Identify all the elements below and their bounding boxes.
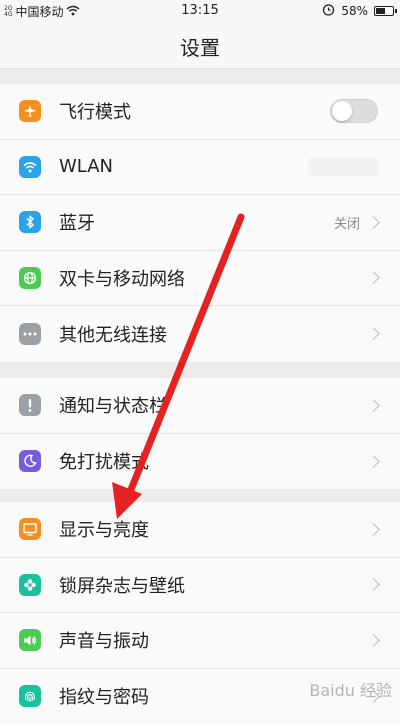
speaker-icon <box>19 629 41 651</box>
globe-icon <box>19 267 41 289</box>
chevron-right-icon <box>367 216 380 229</box>
fingerprint-icon <box>19 685 41 707</box>
bluetooth-icon <box>19 211 41 233</box>
row-label: 显示与亮度 <box>59 516 149 542</box>
settings-row-wifi[interactable]: WLAN <box>0 140 400 196</box>
chevron-right-icon <box>367 523 380 536</box>
title-bar: 设置 <box>0 22 400 69</box>
row-label: 免打扰模式 <box>59 448 149 474</box>
wifi-icon <box>19 156 41 178</box>
row-label: 双卡与移动网络 <box>59 265 185 291</box>
row-label: 指纹与密码 <box>59 683 149 709</box>
settings-row-exclamation[interactable]: 通知与状态栏 <box>0 378 400 434</box>
settings-row-display[interactable]: 显示与亮度 <box>0 502 400 558</box>
settings-row-globe[interactable]: 双卡与移动网络 <box>0 251 400 307</box>
battery-level <box>376 8 385 14</box>
chevron-right-icon <box>367 634 380 647</box>
chevron-right-icon <box>367 578 380 591</box>
settings-row-speaker[interactable]: 声音与振动 <box>0 613 400 669</box>
settings-row-moon[interactable]: 免打扰模式 <box>0 434 400 490</box>
more-dots-icon <box>19 323 41 345</box>
display-icon <box>19 518 41 540</box>
status-bar: 2G 4G 中国移动 13:15 58% <box>0 0 400 22</box>
row-label: 蓝牙 <box>59 209 95 235</box>
battery-icon <box>374 6 394 16</box>
row-label: 飞行模式 <box>59 98 131 124</box>
settings-group: 通知与状态栏免打扰模式 <box>0 378 400 489</box>
settings-row-flower[interactable]: 锁屏杂志与壁纸 <box>0 558 400 614</box>
toggle-knob <box>332 101 352 121</box>
row-label: 其他无线连接 <box>59 321 167 347</box>
page-title: 设置 <box>0 32 400 61</box>
settings-group: 飞行模式 WLAN 蓝牙 关闭双卡与移动网络其他无线连接 <box>0 84 400 362</box>
airplane-icon <box>19 100 41 122</box>
airplane-mode-toggle[interactable] <box>330 99 378 123</box>
exclamation-icon <box>19 394 41 416</box>
row-value: 关闭 <box>334 213 360 232</box>
row-label: 通知与状态栏 <box>59 392 167 418</box>
chevron-right-icon <box>367 399 380 412</box>
settings-row-more-dots[interactable]: 其他无线连接 <box>0 306 400 362</box>
row-label: WLAN <box>59 156 113 177</box>
chevron-right-icon <box>367 327 380 340</box>
alarm-icon <box>322 3 335 19</box>
watermark: Baidu 经验 <box>309 677 392 701</box>
settings-row-bluetooth[interactable]: 蓝牙 关闭 <box>0 195 400 251</box>
status-right: 58% <box>322 3 394 19</box>
wlan-network-name-obscured <box>308 158 378 176</box>
row-label: 声音与振动 <box>59 627 149 653</box>
row-label: 锁屏杂志与壁纸 <box>59 572 185 598</box>
flower-icon <box>19 574 41 596</box>
chevron-right-icon <box>367 271 380 284</box>
moon-icon <box>19 450 41 472</box>
chevron-right-icon <box>367 455 380 468</box>
settings-row-airplane[interactable]: 飞行模式 <box>0 84 400 140</box>
battery-percent: 58% <box>341 4 368 18</box>
